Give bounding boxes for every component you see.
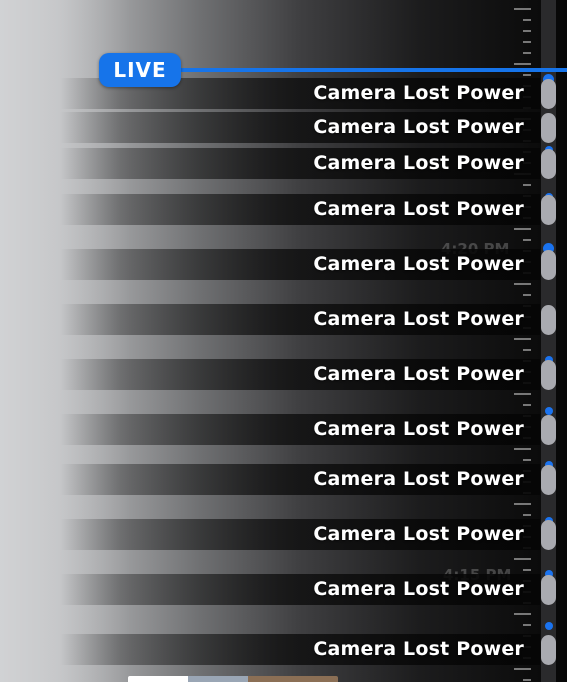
timeline-tick: [514, 8, 531, 10]
timeline-tick: [514, 448, 531, 450]
timeline-tick: [523, 30, 531, 32]
event-label: Camera Lost Power: [313, 253, 524, 275]
event-label: Camera Lost Power: [313, 308, 524, 330]
event-label: Camera Lost Power: [313, 152, 524, 174]
timeline-tick: [523, 184, 531, 186]
timeline-tick: [514, 228, 531, 230]
event-label: Camera Lost Power: [313, 468, 524, 490]
event-label: Camera Lost Power: [313, 82, 524, 104]
timeline-tick: [523, 514, 531, 516]
event-label: Camera Lost Power: [313, 198, 524, 220]
timeline-tick: [523, 52, 531, 54]
event-label: Camera Lost Power: [313, 578, 524, 600]
event-marker[interactable]: [541, 305, 556, 335]
timeline-tick: [523, 624, 531, 626]
live-indicator-line: [175, 68, 567, 72]
event-marker[interactable]: [541, 520, 556, 550]
event-marker[interactable]: [541, 575, 556, 605]
event-label: Camera Lost Power: [313, 418, 524, 440]
live-button[interactable]: LIVE: [99, 53, 181, 87]
timeline-tick: [514, 668, 531, 670]
timeline-tick: [514, 283, 531, 285]
timeline-tick: [514, 393, 531, 395]
event-marker[interactable]: [541, 465, 556, 495]
event-marker[interactable]: [541, 360, 556, 390]
timeline-tick: [523, 404, 531, 406]
event-marker[interactable]: [541, 250, 556, 280]
event-label: Camera Lost Power: [313, 116, 524, 138]
timeline-tick: [514, 503, 531, 505]
timeline-tick: [514, 338, 531, 340]
event-label: Camera Lost Power: [313, 638, 524, 660]
event-marker[interactable]: [541, 149, 556, 179]
timeline-tick: [523, 74, 531, 76]
timeline-tick: [514, 63, 531, 65]
clip-thumbnail[interactable]: [128, 676, 338, 682]
event-label: Camera Lost Power: [313, 363, 524, 385]
timeline-tick: [523, 239, 531, 241]
timeline-view[interactable]: 4:20 PM 4:15 PM Camera Lost PowerCamera …: [0, 0, 567, 682]
timeline-tick: [523, 459, 531, 461]
event-label: Camera Lost Power: [313, 523, 524, 545]
motion-dot: [545, 407, 553, 415]
event-marker[interactable]: [541, 635, 556, 665]
timeline-tick: [523, 294, 531, 296]
timeline-tick: [514, 613, 531, 615]
timeline-tick: [514, 558, 531, 560]
event-marker[interactable]: [541, 195, 556, 225]
timeline-tick: [523, 349, 531, 351]
event-marker[interactable]: [541, 79, 556, 109]
motion-dot: [545, 622, 553, 630]
event-marker[interactable]: [541, 415, 556, 445]
event-marker[interactable]: [541, 113, 556, 143]
timeline-tick: [523, 41, 531, 43]
timeline-tick: [523, 19, 531, 21]
timeline-tick: [523, 679, 531, 681]
timeline-tick: [523, 569, 531, 571]
